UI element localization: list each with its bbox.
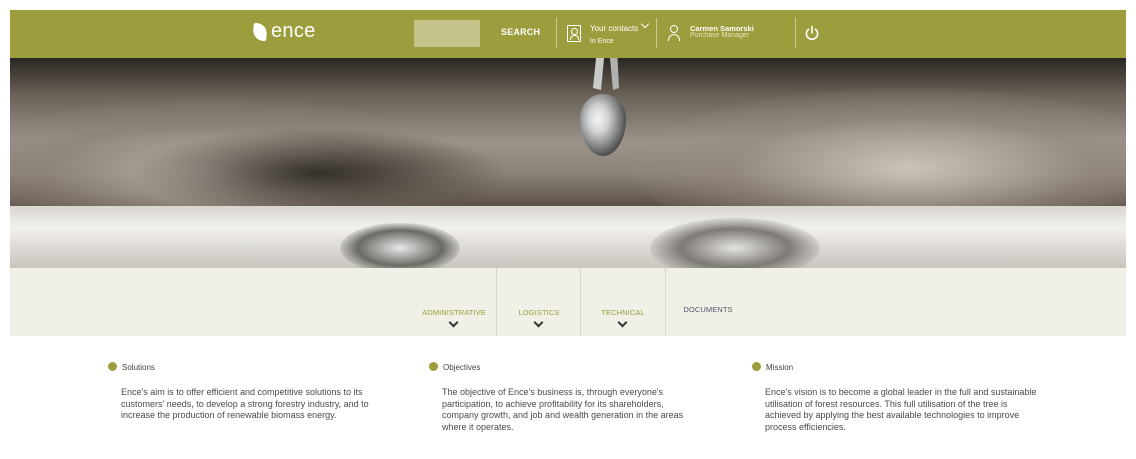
user-role: Purchase Manager [690,32,750,39]
tab-label: LOGISTICS [518,308,560,317]
user-icon[interactable] [668,25,680,41]
tab-documents[interactable]: DOCUMENTS [668,268,748,336]
hero-image [10,58,1126,268]
header-divider [656,18,657,48]
tab-label: ADMINISTRATIVE [422,308,486,317]
search-input[interactable] [414,20,480,47]
power-icon[interactable] [804,25,820,41]
tab-label: DOCUMENTS [683,305,733,314]
header-divider [795,18,796,48]
search-button[interactable]: SEARCH [501,27,540,37]
tab-administrative[interactable]: ADMINISTRATIVE [408,268,500,336]
chevron-down-icon[interactable] [448,317,459,328]
section-tabs: ADMINISTRATIVE LOGISTICS TECHNICAL DOCUM… [10,268,1126,336]
section-text: Ence's vision is to become a global lead… [765,387,1037,432]
header-divider [556,18,557,48]
section-title: Objectives [443,363,481,372]
chevron-down-icon[interactable] [617,317,628,328]
contact-book-icon[interactable] [567,25,581,42]
section-title: Mission [766,363,794,372]
logo-text: ence [271,20,316,42]
section-text: Ence's aim is to offer efficient and com… [121,387,369,420]
bullet-dot-icon [752,362,761,371]
tab-divider [665,268,666,336]
tab-divider [496,268,497,336]
bullet-dot-icon [108,362,117,371]
tab-label: TECHNICAL [601,308,645,317]
top-header: ence SEARCH Your contacts In Ence Carmen… [10,10,1126,58]
section-text: The objective of Ence's business is, thr… [442,387,684,432]
section-title: Solutions [122,363,155,372]
contacts-dropdown[interactable]: Your contacts [590,24,638,33]
bullet-dot-icon [429,362,438,371]
tab-technical[interactable]: TECHNICAL [581,268,665,336]
tab-logistics[interactable]: LOGISTICS [498,268,580,336]
logo[interactable]: ence [252,20,316,43]
leaf-logo-icon [252,22,268,41]
contacts-subtitle: In Ence [590,38,614,45]
chevron-down-icon[interactable] [640,19,650,29]
chevron-down-icon[interactable] [533,317,544,328]
